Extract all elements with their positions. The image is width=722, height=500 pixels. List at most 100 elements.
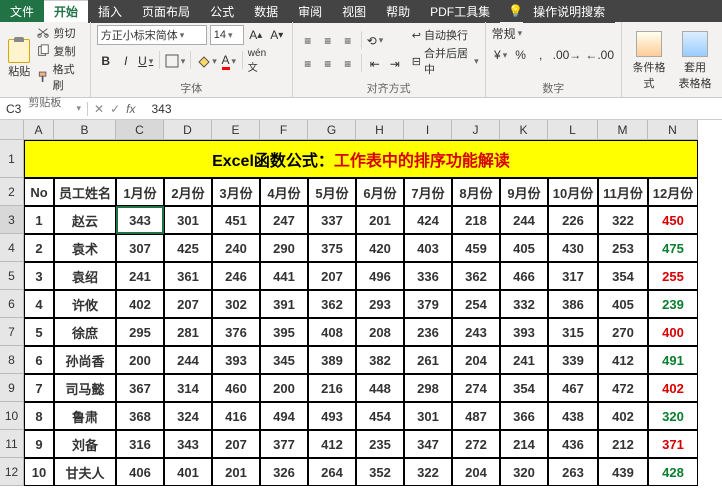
column-header[interactable]: D [164,120,212,140]
table-cell[interactable]: 451 [212,206,260,234]
table-cell[interactable]: 376 [212,318,260,346]
row-header[interactable]: 2 [0,178,24,206]
font-color-button[interactable]: A [220,51,238,71]
indent-increase-button[interactable]: ⇥ [386,54,404,74]
column-header[interactable]: G [308,120,356,140]
table-cell[interactable]: 241 [500,346,548,374]
table-cell[interactable]: 301 [164,206,212,234]
table-cell[interactable]: 316 [116,430,164,458]
name-box[interactable]: C3▾ [0,102,88,116]
table-cell[interactable]: 402 [648,374,698,402]
tab-file[interactable]: 文件 [0,0,44,22]
table-cell[interactable]: 424 [404,206,452,234]
table-cell[interactable]: 332 [500,290,548,318]
table-cell[interactable]: 293 [356,290,404,318]
table-cell[interactable]: 454 [356,402,404,430]
merge-center-button[interactable]: ⊟ 合并后居中 [412,45,479,77]
align-top-button[interactable]: ≡ [299,31,317,51]
table-cell[interactable]: 379 [404,290,452,318]
table-cell[interactable]: 320 [648,402,698,430]
table-cell[interactable]: 10 [24,458,54,486]
table-header-cell[interactable]: No [24,178,54,206]
row-header[interactable]: 8 [0,346,24,374]
table-cell[interactable]: 347 [404,430,452,458]
table-cell[interactable]: 430 [548,234,598,262]
row-header[interactable]: 4 [0,234,24,262]
tab-review[interactable]: 审阅 [288,0,332,23]
decrease-font-button[interactable]: A▾ [268,25,286,45]
table-cell[interactable]: 322 [404,458,452,486]
table-cell[interactable]: 491 [648,346,698,374]
table-cell[interactable]: 352 [356,458,404,486]
table-cell[interactable]: 339 [548,346,598,374]
table-cell[interactable]: 403 [404,234,452,262]
column-header[interactable]: F [260,120,308,140]
table-cell[interactable]: 428 [648,458,698,486]
table-cell[interactable]: 439 [598,458,648,486]
column-header[interactable]: C [116,120,164,140]
table-header-cell[interactable]: 5月份 [308,178,356,206]
table-cell[interactable]: 314 [164,374,212,402]
table-cell[interactable]: 207 [308,262,356,290]
table-cell[interactable]: 301 [404,402,452,430]
table-cell[interactable]: 386 [548,290,598,318]
table-cell[interactable]: 212 [598,430,648,458]
table-cell[interactable]: 391 [260,290,308,318]
table-header-cell[interactable]: 3月份 [212,178,260,206]
tab-pdf[interactable]: PDF工具集 [420,0,500,23]
table-cell[interactable]: 264 [308,458,356,486]
column-header[interactable]: E [212,120,260,140]
table-cell[interactable]: 孙尚香 [54,346,116,374]
tab-data[interactable]: 数据 [244,0,288,23]
table-cell[interactable]: 261 [404,346,452,374]
table-cell[interactable]: 307 [116,234,164,262]
table-cell[interactable]: 377 [260,430,308,458]
align-center-button[interactable]: ≡ [319,54,337,74]
table-cell[interactable]: 246 [212,262,260,290]
table-cell[interactable]: 466 [500,262,548,290]
table-cell[interactable]: 448 [356,374,404,402]
table-cell[interactable]: 362 [308,290,356,318]
align-middle-button[interactable]: ≡ [319,31,337,51]
table-cell[interactable]: 298 [404,374,452,402]
table-cell[interactable]: 493 [308,402,356,430]
tab-formulas[interactable]: 公式 [200,0,244,23]
underline-button[interactable]: U [137,51,155,71]
table-cell[interactable]: 201 [356,206,404,234]
table-cell[interactable]: 207 [212,430,260,458]
copy-button[interactable]: 复制 [36,43,83,59]
format-as-table-button[interactable]: 套用 表格格 [674,31,716,91]
table-cell[interactable]: 375 [308,234,356,262]
table-cell[interactable]: 402 [598,402,648,430]
table-cell[interactable]: 6 [24,346,54,374]
column-header[interactable]: H [356,120,404,140]
table-cell[interactable]: 2 [24,234,54,262]
comma-button[interactable]: , [532,45,550,65]
table-header-cell[interactable]: 1月份 [116,178,164,206]
table-cell[interactable]: 204 [452,346,500,374]
table-cell[interactable]: 208 [356,318,404,346]
table-cell[interactable]: 254 [452,290,500,318]
tab-insert[interactable]: 插入 [88,0,132,23]
table-header-cell[interactable]: 8月份 [452,178,500,206]
tab-home[interactable]: 开始 [44,0,88,22]
table-header-cell[interactable]: 6月份 [356,178,404,206]
table-cell[interactable]: 201 [212,458,260,486]
table-cell[interactable]: 400 [648,318,698,346]
currency-button[interactable]: ¥ [492,45,510,65]
table-cell[interactable]: 412 [308,430,356,458]
table-cell[interactable]: 218 [452,206,500,234]
row-header[interactable]: 3 [0,206,24,234]
table-cell[interactable]: 324 [164,402,212,430]
table-cell[interactable]: 3 [24,262,54,290]
table-cell[interactable]: 243 [452,318,500,346]
column-header[interactable]: B [54,120,116,140]
table-cell[interactable]: 322 [598,206,648,234]
table-cell[interactable]: 司马懿 [54,374,116,402]
cancel-icon[interactable]: ✕ [94,102,104,116]
table-cell[interactable]: 刘备 [54,430,116,458]
table-header-cell[interactable]: 员工姓名 [54,178,116,206]
table-cell[interactable]: 247 [260,206,308,234]
table-cell[interactable]: 460 [212,374,260,402]
format-painter-button[interactable]: 格式刷 [36,61,83,93]
